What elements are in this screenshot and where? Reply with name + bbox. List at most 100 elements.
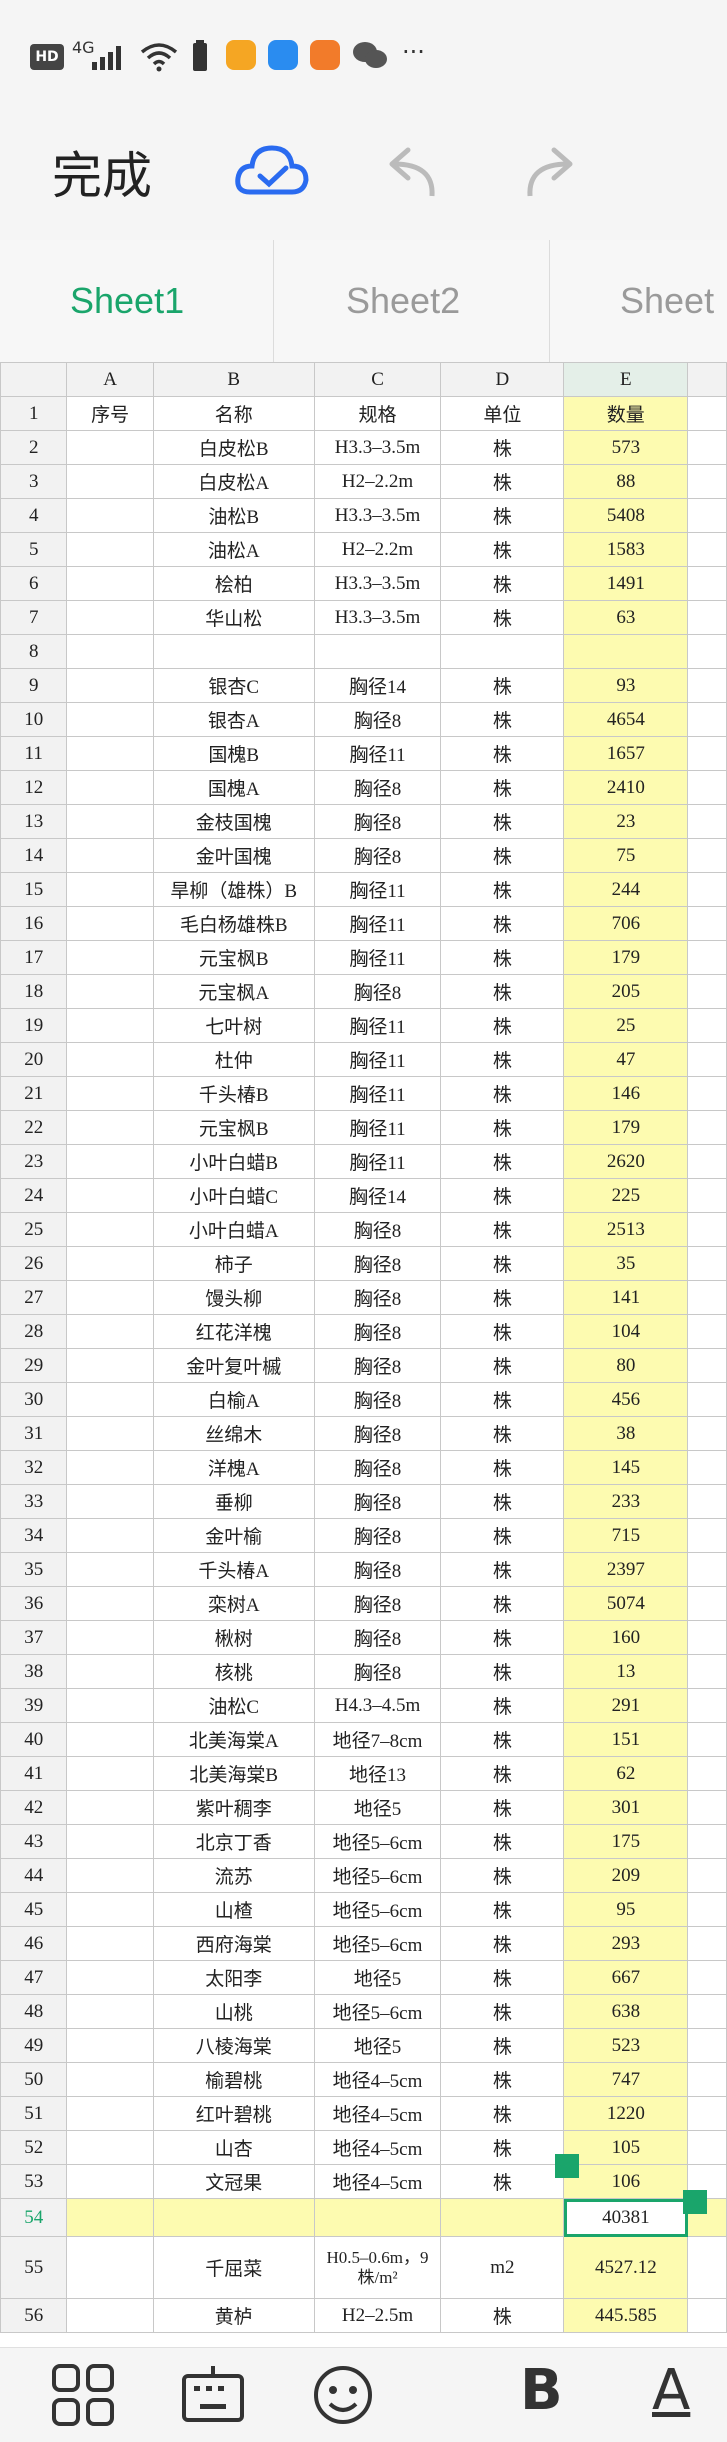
cell-d[interactable]: 株 — [440, 1722, 565, 1757]
cell-d[interactable]: 株 — [440, 1620, 565, 1655]
cell-c[interactable]: 胸径8 — [313, 1416, 442, 1451]
cell-f[interactable] — [687, 566, 727, 601]
tab-sheet1[interactable]: Sheet1 — [70, 240, 184, 362]
table-row[interactable]: 11 国槐B 胸径11 株 1657 — [0, 736, 727, 771]
table-row[interactable]: 55 千屈菜 H0.5–0.6m，9株/m² m2 4527.12 — [0, 2236, 727, 2299]
tab-sheet3[interactable]: Sheet — [620, 240, 714, 362]
cell-b[interactable]: 白皮松B — [152, 430, 315, 465]
cell-e[interactable]: 301 — [563, 1790, 689, 1825]
cell-b[interactable]: 金叶榆 — [152, 1518, 315, 1553]
column-header-c[interactable]: C — [313, 362, 442, 397]
column-header-f[interactable] — [687, 362, 727, 397]
cell-b[interactable]: 洋槐A — [152, 1450, 315, 1485]
row-number[interactable]: 18 — [0, 974, 68, 1009]
cell-f[interactable] — [687, 1280, 727, 1315]
table-row[interactable]: 41 北美海棠B 地径13 株 62 — [0, 1756, 727, 1791]
cell-c[interactable]: H3.3–3.5m — [313, 430, 442, 465]
cell-c[interactable]: 地径5–6cm — [313, 1858, 442, 1893]
table-row[interactable]: 43 北京丁香 地径5–6cm 株 175 — [0, 1824, 727, 1859]
cell-e[interactable]: 106 — [563, 2164, 689, 2199]
cell-e[interactable]: 5408 — [563, 498, 689, 533]
cell-f[interactable] — [687, 974, 727, 1009]
cell-a[interactable] — [66, 1756, 154, 1791]
table-row[interactable]: 13 金枝国槐 胸径8 株 23 — [0, 804, 727, 839]
cell-f[interactable] — [687, 1416, 727, 1451]
cell-f[interactable] — [687, 1654, 727, 1689]
table-row[interactable]: 33 垂柳 胸径8 株 233 — [0, 1484, 727, 1519]
row-number[interactable]: 17 — [0, 940, 68, 975]
column-header-d[interactable]: D — [440, 362, 565, 397]
column-header-b[interactable]: B — [152, 362, 315, 397]
cell-b[interactable]: 金叶国槐 — [152, 838, 315, 873]
cell-c[interactable]: H2–2.2m — [313, 532, 442, 567]
cell-e[interactable]: 63 — [563, 600, 689, 635]
cell-e[interactable]: 47 — [563, 1042, 689, 1077]
row-number[interactable]: 11 — [0, 736, 68, 771]
cell-b[interactable]: 杜仲 — [152, 1042, 315, 1077]
cell-f[interactable] — [687, 1484, 727, 1519]
table-row[interactable]: 19 七叶树 胸径11 株 25 — [0, 1008, 727, 1043]
cell-b[interactable]: 旱柳（雄株）B — [152, 872, 315, 907]
cell-b[interactable]: 油松A — [152, 532, 315, 567]
cell-e[interactable]: 38 — [563, 1416, 689, 1451]
cell-b[interactable]: 山桃 — [152, 1994, 315, 2029]
cell-f[interactable] — [687, 702, 727, 737]
table-row[interactable]: 37 楸树 胸径8 株 160 — [0, 1620, 727, 1655]
column-header-e[interactable]: E — [563, 362, 689, 397]
cell-d[interactable]: 株 — [440, 2130, 565, 2165]
cell-e[interactable]: 95 — [563, 1892, 689, 1927]
cell-e[interactable]: 25 — [563, 1008, 689, 1043]
cell-d[interactable]: 株 — [440, 1110, 565, 1145]
cell-f[interactable] — [687, 1518, 727, 1553]
cell-b[interactable]: 千屈菜 — [152, 2236, 315, 2299]
cell-a[interactable] — [66, 1280, 154, 1315]
cell-a[interactable] — [66, 702, 154, 737]
table-row[interactable]: 35 千头椿A 胸径8 株 2397 — [0, 1552, 727, 1587]
table-row[interactable]: 56 黄栌 H2–2.5m 株 445.585 — [0, 2298, 727, 2333]
cell-d[interactable]: 株 — [440, 600, 565, 635]
column-header-a[interactable]: A — [66, 362, 154, 397]
row-number[interactable]: 43 — [0, 1824, 68, 1859]
cell-d[interactable]: 株 — [440, 1416, 565, 1451]
cell-c[interactable]: 胸径11 — [313, 906, 442, 941]
cell-d[interactable]: 株 — [440, 464, 565, 499]
cell-c[interactable]: 地径5–6cm — [313, 1994, 442, 2029]
cell-f[interactable] — [687, 1212, 727, 1247]
cell-b[interactable]: 元宝枫A — [152, 974, 315, 1009]
row-number[interactable]: 14 — [0, 838, 68, 873]
cell-b[interactable]: 白榆A — [152, 1382, 315, 1417]
cell-c[interactable]: 胸径8 — [313, 1484, 442, 1519]
cell-c[interactable]: H2–2.5m — [313, 2298, 442, 2333]
table-row[interactable]: 27 馒头柳 胸径8 株 141 — [0, 1280, 727, 1315]
table-row[interactable]: 1 序号 名称 规格 单位 数量 — [0, 396, 727, 431]
cell-d[interactable]: 株 — [440, 2164, 565, 2199]
cell-a[interactable] — [66, 1076, 154, 1111]
cell-b[interactable]: 山杏 — [152, 2130, 315, 2165]
cell-e[interactable]: 5074 — [563, 1586, 689, 1621]
table-row[interactable]: 23 小叶白蜡B 胸径11 株 2620 — [0, 1144, 727, 1179]
row-number[interactable]: 29 — [0, 1348, 68, 1383]
table-row[interactable]: 26 柿子 胸径8 株 35 — [0, 1246, 727, 1281]
cell-c[interactable]: 地径4–5cm — [313, 2062, 442, 2097]
tab-sheet2[interactable]: Sheet2 — [346, 240, 460, 362]
table-row[interactable]: 8 — [0, 634, 727, 669]
row-number[interactable]: 38 — [0, 1654, 68, 1689]
cell-b[interactable]: 山楂 — [152, 1892, 315, 1927]
cell-c[interactable]: 胸径11 — [313, 1076, 442, 1111]
cell-a[interactable] — [66, 1824, 154, 1859]
cell-a[interactable] — [66, 1790, 154, 1825]
cell-a[interactable] — [66, 1518, 154, 1553]
cell-e[interactable]: 445.585 — [563, 2298, 689, 2333]
cell-c[interactable]: H0.5–0.6m，9株/m² — [313, 2236, 442, 2299]
cell-c[interactable]: 地径5 — [313, 1790, 442, 1825]
table-row[interactable]: 18 元宝枫A 胸径8 株 205 — [0, 974, 727, 1009]
table-row[interactable]: 38 核桃 胸径8 株 13 — [0, 1654, 727, 1689]
cell-c[interactable]: 规格 — [313, 396, 442, 431]
cell-b[interactable]: 流苏 — [152, 1858, 315, 1893]
cell-f[interactable] — [687, 1994, 727, 2029]
cell-c[interactable]: 地径5 — [313, 1960, 442, 1995]
cell-a[interactable] — [66, 1008, 154, 1043]
cell-a[interactable] — [66, 2028, 154, 2063]
table-row[interactable]: 17 元宝枫B 胸径11 株 179 — [0, 940, 727, 975]
cell-c[interactable]: 胸径8 — [313, 702, 442, 737]
